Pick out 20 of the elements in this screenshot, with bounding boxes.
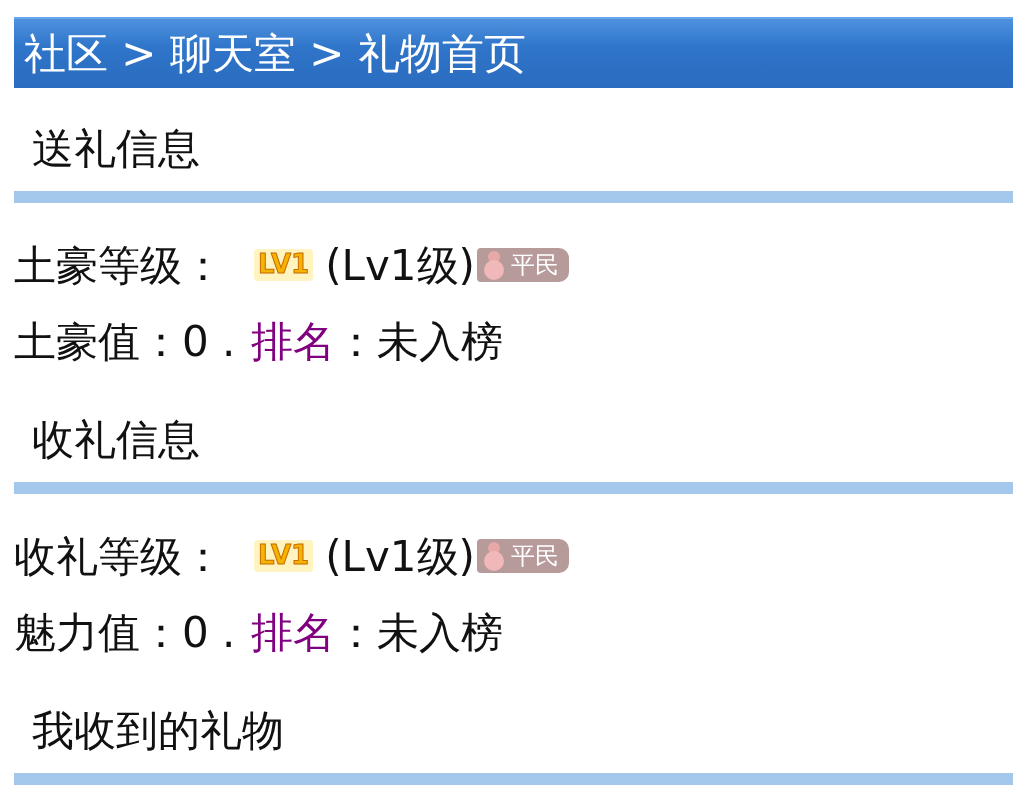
level-text: (Lv1级) — [325, 530, 475, 583]
level-text: (Lv1级) — [325, 239, 475, 292]
rank-text: ：未入榜 — [335, 315, 504, 368]
rank-badge: 平民 — [476, 248, 569, 282]
rank-badge: 平民 — [476, 539, 569, 573]
level-label: 收礼等级： — [14, 530, 224, 583]
value-text: 0 . — [182, 315, 236, 368]
section-title: 送礼信息 — [32, 123, 200, 175]
level-label: 土豪等级： — [14, 239, 224, 292]
value-text: 0 . — [182, 606, 236, 659]
section-title: 我收到的礼物 — [32, 705, 284, 757]
value-label: 土豪值： — [14, 315, 182, 368]
breadcrumb-bar: 社区 > 聊天室 > 礼物首页 — [14, 17, 1013, 88]
level-badge: LV1 — [254, 249, 314, 281]
value-label: 魅力值： — [14, 606, 182, 659]
rank-link[interactable]: 排名 — [251, 309, 336, 373]
rank-link[interactable]: 排名 — [251, 600, 336, 664]
level-badge: LV1 — [254, 540, 314, 572]
section-title: 收礼信息 — [32, 414, 200, 466]
rank-text: ：未入榜 — [335, 606, 504, 659]
